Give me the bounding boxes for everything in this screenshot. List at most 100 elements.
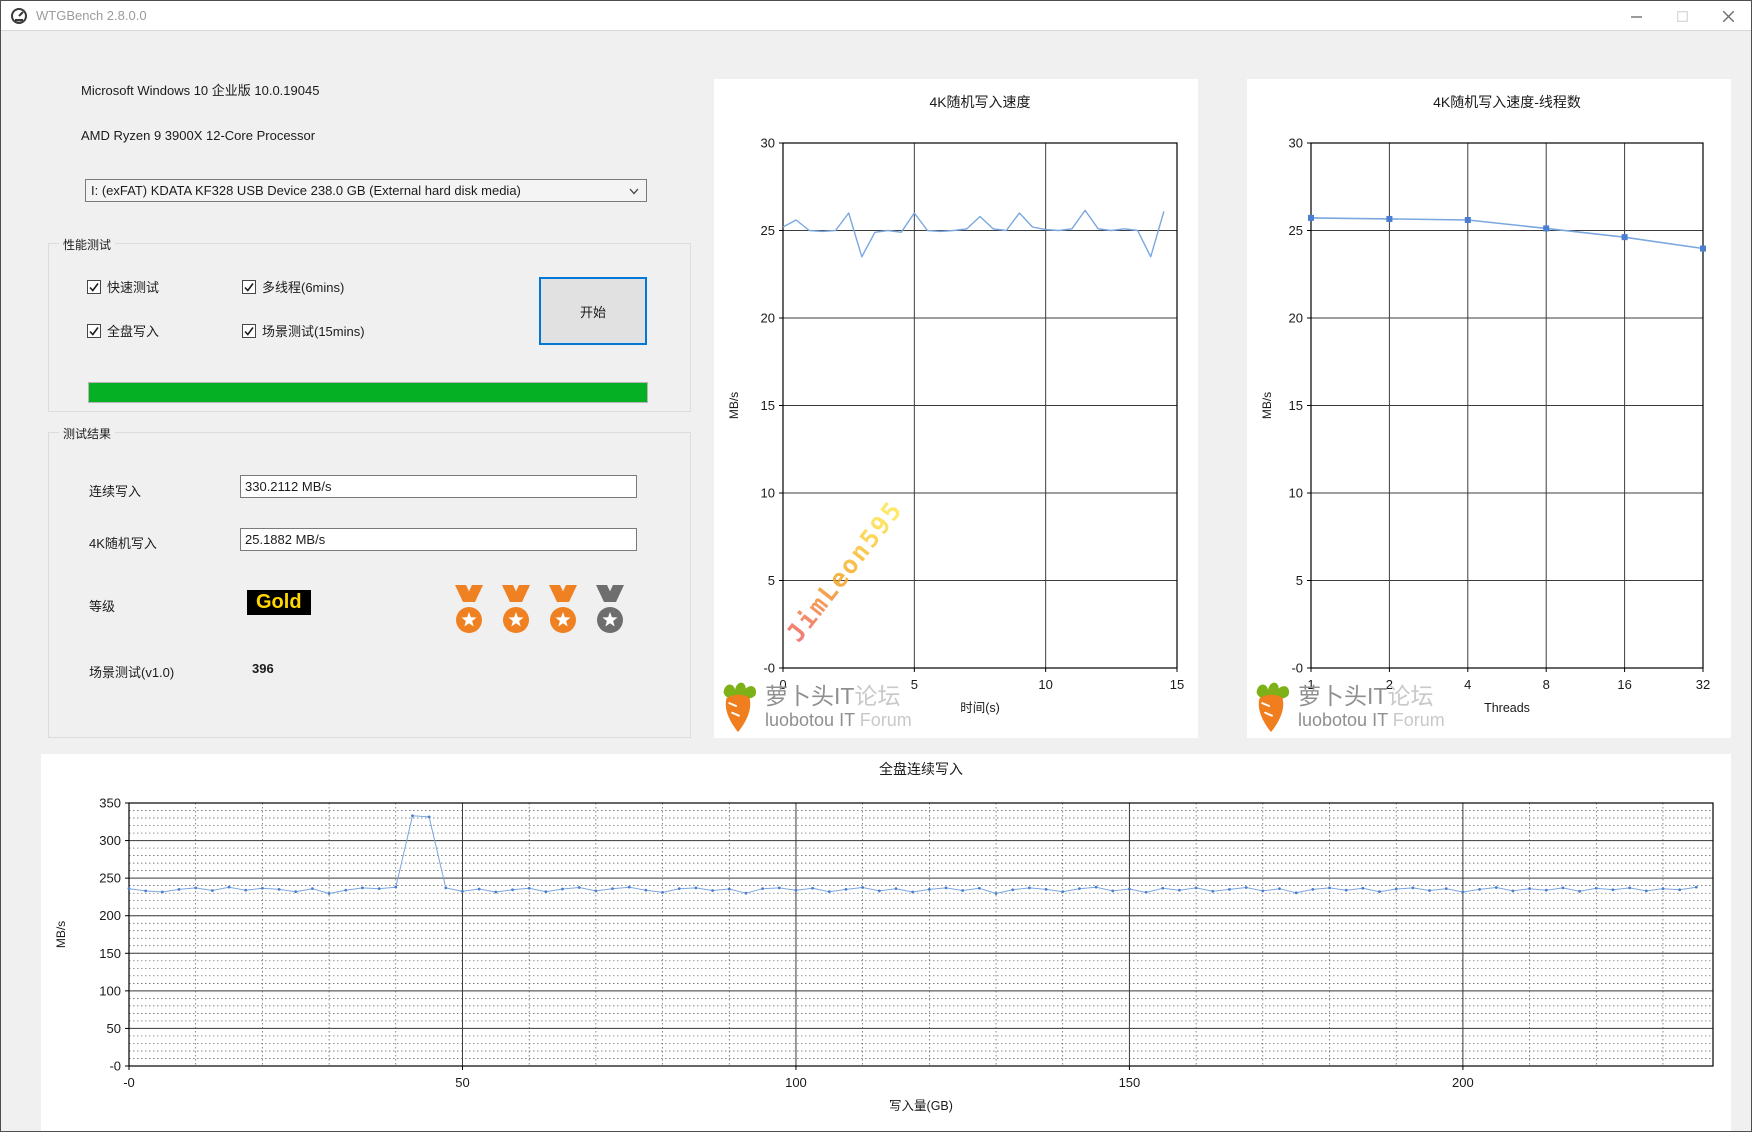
app-window: WTGBench 2.8.0.0 Microsoft Windows 10 企业…: [0, 0, 1752, 1132]
grade-label: 等级: [89, 596, 115, 615]
carrot-logo-icon: [716, 680, 760, 734]
checkbox-box: [242, 324, 256, 338]
medal-icon: [591, 585, 629, 637]
checkbox-label: 多线程(6mins): [262, 277, 344, 296]
progress-bar: [88, 382, 648, 403]
svg-text:5: 5: [1296, 573, 1303, 588]
forum-name-en-light: Forum: [1393, 710, 1445, 730]
svg-text:4K随机写入速度: 4K随机写入速度: [929, 94, 1030, 110]
scene-test-label: 场景测试(v1.0): [89, 662, 174, 681]
checkbox-box: [242, 280, 256, 294]
start-button[interactable]: 开始: [539, 277, 647, 345]
svg-text:200: 200: [1452, 1075, 1474, 1090]
minimize-button[interactable]: [1613, 1, 1659, 31]
svg-text:10: 10: [1289, 486, 1303, 501]
svg-text:16: 16: [1617, 677, 1631, 692]
sequential-write-value[interactable]: 330.2112 MB/s: [240, 475, 637, 498]
maximize-icon: [1677, 11, 1688, 22]
svg-text:写入量(GB): 写入量(GB): [889, 1099, 953, 1113]
svg-text:-0: -0: [1291, 661, 1303, 676]
forum-name-cn: 萝卜头IT: [1298, 683, 1387, 709]
cpu-info: AMD Ryzen 9 3900X 12-Core Processor: [81, 128, 315, 143]
svg-text:25: 25: [1289, 223, 1303, 238]
scene-test-score: 396: [252, 661, 274, 676]
maximize-button[interactable]: [1659, 1, 1705, 31]
svg-text:10: 10: [761, 486, 775, 501]
svg-text:150: 150: [99, 946, 121, 961]
svg-text:250: 250: [99, 871, 121, 886]
medal-icon: [544, 585, 582, 637]
checkbox-quick-test[interactable]: 快速测试: [87, 277, 159, 296]
svg-text:10: 10: [1038, 677, 1052, 692]
svg-text:50: 50: [455, 1075, 469, 1090]
performance-group-label: 性能测试: [59, 236, 115, 253]
checkbox-label: 快速测试: [107, 277, 159, 296]
checkbox-scene-test[interactable]: 场景测试(15mins): [242, 321, 365, 340]
svg-text:Threads: Threads: [1484, 701, 1530, 715]
chart-4k-random-write-threads: 12481632-0510152025304K随机写入速度-线程数Threads…: [1247, 79, 1731, 738]
minimize-icon: [1631, 11, 1642, 22]
gauge-app-icon: [10, 7, 28, 25]
sequential-write-text: 330.2112 MB/s: [245, 479, 331, 494]
forum-watermark: 萝卜头IT论坛 luobotou IT Forum: [1249, 680, 1445, 734]
svg-text:8: 8: [1543, 677, 1550, 692]
svg-text:-0: -0: [109, 1059, 121, 1074]
chevron-down-icon: [629, 188, 639, 195]
checkmark-icon: [88, 325, 100, 337]
svg-text:20: 20: [761, 311, 775, 326]
checkbox-box: [87, 324, 101, 338]
svg-text:4: 4: [1464, 677, 1471, 692]
random-write-text: 25.1882 MB/s: [245, 532, 325, 547]
svg-text:150: 150: [1119, 1075, 1141, 1090]
checkbox-full-disk-write[interactable]: 全盘写入: [87, 321, 159, 340]
chart-4k-random-write-time: 051015-0510152025304K随机写入速度时间(s)MB/s Jim…: [714, 79, 1198, 738]
performance-test-group: 性能测试 快速测试 多线程(6mins) 全盘写入 场景测试(15mins) 开…: [48, 243, 691, 412]
forum-name-cn-light: 论坛: [854, 683, 900, 709]
carrot-logo-icon: [1249, 680, 1293, 734]
svg-text:300: 300: [99, 833, 121, 848]
drive-select-value: I: (exFAT) KDATA KF328 USB Device 238.0 …: [91, 183, 521, 198]
svg-text:5: 5: [911, 677, 918, 692]
chart-canvas: 051015-0510152025304K随机写入速度时间(s)MB/s: [714, 79, 1198, 743]
window-title: WTGBench 2.8.0.0: [36, 8, 147, 23]
grade-badge: Gold: [247, 590, 311, 615]
svg-text:32: 32: [1696, 677, 1710, 692]
forum-watermark: 萝卜头IT论坛 luobotou IT Forum: [716, 680, 912, 734]
random-write-label: 4K随机写入: [89, 533, 157, 552]
svg-text:350: 350: [99, 796, 121, 811]
forum-name-en: luobotou IT: [765, 710, 860, 730]
chart-canvas: 12481632-0510152025304K随机写入速度-线程数Threads…: [1247, 79, 1731, 743]
checkmark-icon: [243, 325, 255, 337]
forum-name-cn: 萝卜头IT: [765, 683, 854, 709]
svg-text:MB/s: MB/s: [54, 921, 68, 948]
medal-icon: [450, 585, 488, 637]
results-group-label: 测试结果: [59, 425, 115, 442]
forum-name-cn-light: 论坛: [1387, 683, 1433, 709]
drive-select[interactable]: I: (exFAT) KDATA KF328 USB Device 238.0 …: [85, 179, 647, 202]
svg-text:25: 25: [761, 223, 775, 238]
test-results-group: 测试结果 连续写入 330.2112 MB/s 4K随机写入 25.1882 M…: [48, 432, 691, 738]
random-write-value[interactable]: 25.1882 MB/s: [240, 528, 637, 551]
close-button[interactable]: [1705, 1, 1751, 31]
svg-text:200: 200: [99, 908, 121, 923]
svg-text:15: 15: [761, 398, 775, 413]
svg-text:时间(s): 时间(s): [960, 701, 1000, 715]
svg-text:15: 15: [1289, 398, 1303, 413]
forum-name-en: luobotou IT: [1298, 710, 1393, 730]
checkbox-label: 场景测试(15mins): [262, 321, 365, 340]
checkbox-multithread[interactable]: 多线程(6mins): [242, 277, 344, 296]
checkbox-box: [87, 280, 101, 294]
sequential-write-label: 连续写入: [89, 481, 141, 500]
medal-icon: [497, 585, 535, 637]
chart-full-disk-write: -050100150200-050100150200250300350全盘连续写…: [41, 754, 1731, 1132]
chart-canvas: -050100150200-050100150200250300350全盘连续写…: [41, 754, 1731, 1132]
forum-name-en-light: Forum: [860, 710, 912, 730]
svg-text:5: 5: [768, 573, 775, 588]
svg-text:100: 100: [785, 1075, 807, 1090]
svg-text:20: 20: [1289, 311, 1303, 326]
svg-text:MB/s: MB/s: [727, 392, 741, 419]
close-icon: [1723, 11, 1734, 22]
svg-text:50: 50: [107, 1021, 121, 1036]
title-bar: WTGBench 2.8.0.0: [1, 1, 1751, 31]
svg-text:15: 15: [1170, 677, 1184, 692]
